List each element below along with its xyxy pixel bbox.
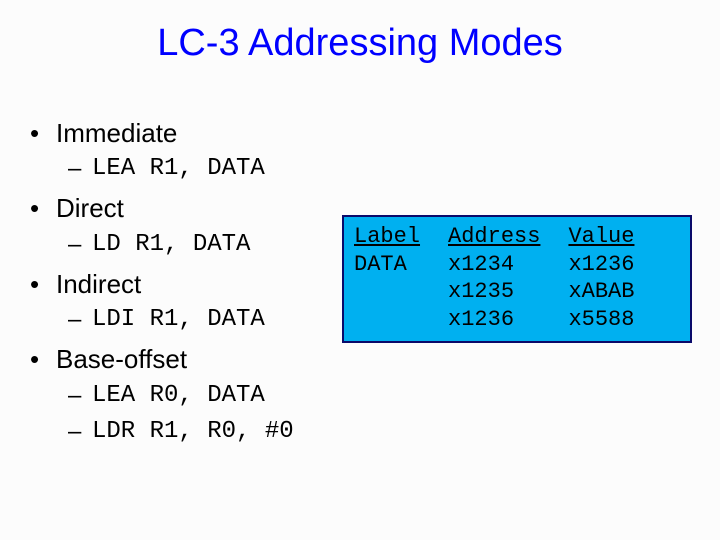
code-baseoffset-2: LDR R1, R0, #0	[30, 416, 294, 448]
mode-immediate: Immediate	[30, 116, 294, 151]
slide: LC-3 Addressing Modes Immediate LEA R1, …	[0, 0, 720, 540]
memory-value-0: x1236	[568, 251, 634, 279]
memory-header-address: Address	[448, 223, 540, 251]
memory-address-2: x1236	[448, 306, 540, 334]
memory-value-1: xABAB	[568, 278, 634, 306]
memory-value-2: x5588	[568, 306, 634, 334]
memory-label-0: DATA	[354, 251, 420, 279]
code-immediate-1: LEA R1, DATA	[30, 153, 294, 185]
memory-address-0: x1234	[448, 251, 540, 279]
memory-header-value: Value	[568, 223, 634, 251]
memory-header-label: Label	[354, 223, 420, 251]
memory-col-address: Address x1234 x1235 x1236	[448, 223, 540, 333]
slide-body: Immediate LEA R1, DATA Direct LD R1, DAT…	[30, 110, 294, 452]
mode-indirect: Indirect	[30, 267, 294, 302]
mode-baseoffset: Base-offset	[30, 342, 294, 377]
memory-col-value: Value x1236 xABAB x5588	[568, 223, 634, 333]
code-direct-1: LD R1, DATA	[30, 229, 294, 261]
slide-title: LC-3 Addressing Modes	[0, 22, 720, 65]
memory-col-label: Label DATA	[354, 223, 420, 333]
code-baseoffset-1: LEA R0, DATA	[30, 380, 294, 412]
memory-address-1: x1235	[448, 278, 540, 306]
memory-table: Label DATA Address x1234 x1235 x1236 Val…	[342, 215, 692, 343]
code-indirect-1: LDI R1, DATA	[30, 304, 294, 336]
mode-direct: Direct	[30, 191, 294, 226]
